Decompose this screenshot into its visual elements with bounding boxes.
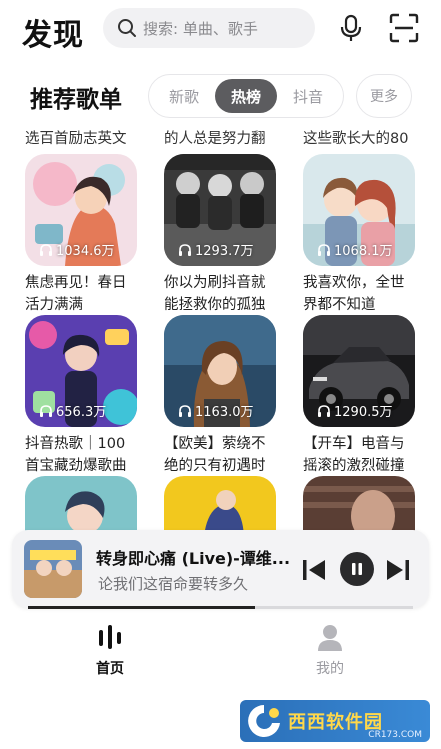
scan-icon[interactable] [389, 13, 419, 43]
play-count-value: 1163.0万 [195, 405, 254, 420]
playlist-title[interactable]: 抖音热歌｜100首宝藏劲爆歌曲 [25, 433, 137, 477]
headphones-icon [179, 404, 191, 417]
page-title: 发现 [22, 18, 84, 53]
playlist-cover[interactable]: 1068.1万 [303, 154, 415, 266]
cover-image [25, 476, 137, 536]
search-icon [118, 19, 136, 37]
microphone-icon[interactable] [337, 14, 365, 42]
category-tabs: 新歌 热榜 抖音 [148, 74, 344, 118]
playlist-cover[interactable]: 1290.5万 [303, 315, 415, 427]
now-playing-title: 转身即心痛 (Live)-谭维... [96, 549, 291, 568]
cover-image [24, 540, 82, 598]
playlist-cover[interactable] [303, 476, 415, 536]
previous-icon[interactable] [300, 556, 328, 584]
more-button[interactable]: 更多 [356, 74, 412, 118]
pause-button[interactable] [340, 552, 374, 586]
tab-douyin[interactable]: 抖音 [277, 79, 339, 113]
play-count-value: 1034.6万 [56, 244, 115, 259]
nav-home-label: 首页 [96, 661, 124, 677]
headphones-icon [318, 404, 330, 417]
headphones-icon [179, 243, 191, 256]
playlist-title[interactable]: 焦虑再见！春日活力满满 [25, 272, 137, 316]
now-playing-cover[interactable] [24, 540, 82, 598]
cover-image [164, 476, 276, 536]
search-placeholder: 搜索: 单曲、歌手 [143, 19, 258, 38]
play-count: 1293.7万 [178, 240, 254, 259]
playlist-title[interactable]: 的人总是努力翻 [164, 127, 276, 148]
playlist-title[interactable]: 【欧美】萦绕不绝的只有初遇时 [164, 433, 276, 477]
playlist-cover[interactable] [25, 476, 137, 536]
tab-new-songs[interactable]: 新歌 [153, 79, 215, 113]
playlist-card[interactable]: 1290.5万 【开车】电音与摇滚的激烈碰撞 [303, 315, 415, 477]
playlist-cover[interactable] [164, 476, 276, 536]
playback-progress[interactable] [28, 606, 413, 609]
playlist-card[interactable]: 1293.7万 你以为刷抖音就能拯救你的孤独 [164, 154, 276, 316]
headphones-icon [318, 243, 330, 256]
play-count: 1290.5万 [317, 401, 393, 420]
headphones-icon [40, 404, 52, 417]
play-count: 656.3万 [39, 401, 106, 420]
section-title: 推荐歌单 [30, 87, 122, 113]
cover-image [303, 476, 415, 536]
play-count: 1068.1万 [317, 240, 393, 259]
playlist-title[interactable]: 这些歌长大的80 [303, 127, 415, 148]
playlist-card[interactable]: 1163.0万 【欧美】萦绕不绝的只有初遇时 [164, 315, 276, 477]
tab-hot-chart[interactable]: 热榜 [215, 79, 277, 113]
play-count-value: 656.3万 [56, 405, 107, 420]
progress-fill [28, 606, 256, 609]
user-icon [318, 625, 342, 651]
nav-home[interactable]: 首页 [75, 622, 145, 678]
watermark-logo-icon [248, 705, 280, 737]
play-count-value: 1293.7万 [195, 244, 254, 259]
play-count-value: 1068.1万 [334, 244, 393, 259]
headphones-icon [40, 243, 52, 256]
play-count-value: 1290.5万 [334, 405, 393, 420]
playlist-cover[interactable]: 1034.6万 [25, 154, 137, 266]
search-bar[interactable]: 搜索: 单曲、歌手 [103, 8, 315, 48]
pause-icon [352, 563, 362, 575]
playlist-title[interactable]: 【开车】电音与摇滚的激烈碰撞 [303, 433, 415, 477]
playlist-title[interactable]: 选百首励志英文 [25, 127, 137, 148]
playlist-cover[interactable]: 1163.0万 [164, 315, 276, 427]
now-playing-lyric: 论我们这宿命要转多久 [98, 575, 249, 593]
watermark-url: CR173.COM [368, 730, 422, 740]
playlist-cover[interactable]: 1293.7万 [164, 154, 276, 266]
play-count: 1163.0万 [178, 401, 254, 420]
playlist-title[interactable]: 你以为刷抖音就能拯救你的孤独 [164, 272, 276, 316]
music-bars-icon [99, 625, 121, 649]
playlist-cover[interactable]: 656.3万 [25, 315, 137, 427]
nav-me[interactable]: 我的 [295, 622, 365, 678]
nav-me-label: 我的 [316, 661, 344, 677]
header: 发现 搜索: 单曲、歌手 [0, 0, 441, 58]
mini-player[interactable]: 转身即心痛 (Live)-谭维... 论我们这宿命要转多久 [12, 530, 429, 608]
playlist-title[interactable]: 我喜欢你，全世界都不知道 [303, 272, 415, 316]
playlist-card[interactable]: 1068.1万 我喜欢你，全世界都不知道 [303, 154, 415, 316]
watermark: 西西软件园 CR173.COM [240, 700, 430, 742]
playlist-card[interactable]: 656.3万 抖音热歌｜100首宝藏劲爆歌曲 [25, 315, 137, 477]
playlist-card[interactable]: 1034.6万 焦虑再见！春日活力满满 [25, 154, 137, 316]
play-count: 1034.6万 [39, 240, 115, 259]
next-icon[interactable] [384, 556, 412, 584]
